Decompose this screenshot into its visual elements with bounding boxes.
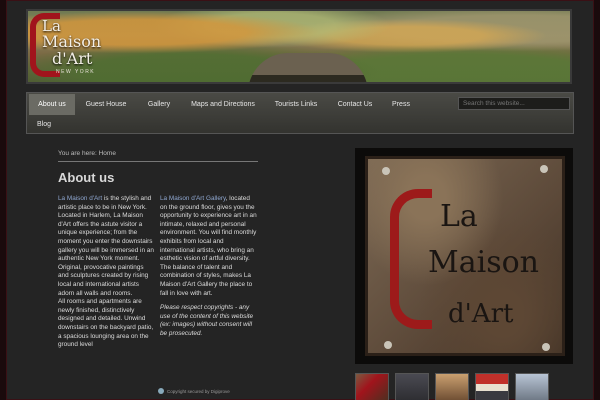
- page-title: About us: [58, 170, 115, 185]
- main-content: You are here: Home About us La Maison d'…: [58, 150, 258, 394]
- nav-blog[interactable]: Blog: [29, 114, 59, 135]
- thumbnail-1[interactable]: [355, 373, 389, 400]
- sign-image: La Maison d'Art: [365, 156, 565, 356]
- nav-guest-house[interactable]: Guest House: [75, 94, 137, 115]
- site-logo[interactable]: La Maison d'Art NEW YORK: [30, 13, 106, 79]
- header-banner: [26, 9, 572, 84]
- left-para-2: Located in Harlem, La Maison d'Art offer…: [58, 212, 154, 263]
- gallery-link[interactable]: La Maison d'Art Gallery: [160, 195, 226, 202]
- nav-contact-us[interactable]: Contact Us: [327, 94, 383, 115]
- gallery-thumbnails: [355, 373, 549, 400]
- article-column-right: La Maison d'Art Gallery, located on the …: [160, 195, 258, 339]
- breadcrumb: You are here: Home: [58, 150, 258, 162]
- nav-maps-directions[interactable]: Maps and Directions: [181, 94, 265, 115]
- right-para-1: La Maison d'Art Gallery, located on the …: [160, 195, 258, 298]
- nav-press[interactable]: Press: [383, 94, 419, 115]
- featured-photo[interactable]: La Maison d'Art: [355, 148, 573, 364]
- digiprove-seal-icon: [158, 388, 164, 394]
- thumbnail-4[interactable]: [475, 373, 509, 400]
- left-para-4: All rooms and apartments are newly finis…: [58, 298, 154, 331]
- nav-tourists-links[interactable]: Tourists Links: [265, 94, 327, 115]
- sign-bracket: [390, 189, 432, 329]
- thumbnail-2[interactable]: [395, 373, 429, 400]
- sign-line-1: La: [440, 199, 478, 234]
- screw-icon: [540, 165, 548, 173]
- copyright-badge-text: Copyright secured by Digiprove: [167, 388, 230, 394]
- screw-icon: [384, 341, 392, 349]
- screw-icon: [542, 343, 550, 351]
- article-column-left: La Maison d'Art is the stylish and artis…: [58, 195, 154, 350]
- nav-gallery[interactable]: Gallery: [137, 94, 181, 115]
- right-para-1-text: , located on the ground floor, gives you…: [160, 195, 257, 297]
- main-navigation: About us Guest House Gallery Maps and Di…: [26, 92, 574, 134]
- thumbnail-3[interactable]: [435, 373, 469, 400]
- left-para-1: La Maison d'Art is the stylish and artis…: [58, 195, 154, 212]
- copyright-badge[interactable]: Copyright secured by Digiprove: [158, 388, 230, 394]
- copyright-notice: Please respect copyrights - any use of t…: [160, 304, 254, 337]
- sign-line-3: d'Art: [448, 299, 514, 329]
- nav-about-us[interactable]: About us: [29, 94, 75, 115]
- logo-line-3: d'Art: [52, 49, 93, 68]
- search-input[interactable]: [458, 97, 570, 110]
- left-para-3: Original, provocative paintings and scul…: [58, 263, 149, 297]
- brand-link[interactable]: La Maison d'Art: [58, 195, 102, 202]
- thumbnail-5[interactable]: [515, 373, 549, 400]
- logo-city: NEW YORK: [56, 69, 96, 75]
- screw-icon: [382, 167, 390, 175]
- left-para-5: a spacious lounging area on the ground l…: [58, 332, 149, 349]
- sign-line-2: Maison: [428, 245, 539, 280]
